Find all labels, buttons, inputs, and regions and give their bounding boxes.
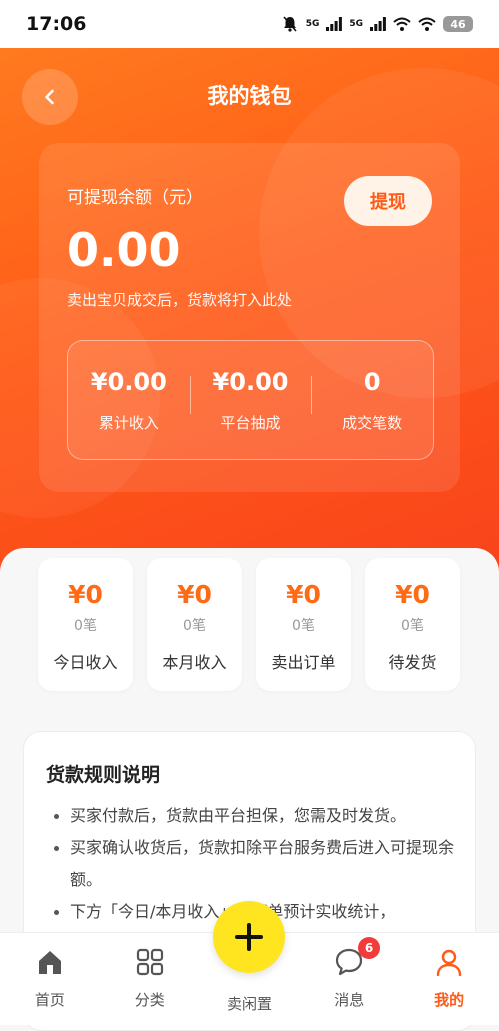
- balance-label: 可提现余额（元）: [67, 188, 203, 208]
- status-bar: 17:06 5G 5G 46: [0, 0, 499, 48]
- stat-label: 成交笔数: [342, 413, 403, 432]
- signal-icon: [326, 17, 343, 31]
- card-label: 待发货: [388, 653, 437, 672]
- user-icon: [435, 947, 463, 977]
- card-count: 0笔: [74, 618, 97, 634]
- wifi-icon: [393, 17, 411, 31]
- stat-total-income: ¥0.00 累计收入: [68, 368, 190, 433]
- tab-label: 分类: [134, 991, 165, 1009]
- card-amount: ¥0: [395, 580, 430, 609]
- tab-mine[interactable]: 我的: [399, 933, 499, 1025]
- summary-stats: ¥0.00 累计收入 ¥0.00 平台抽成 0 成交笔数: [67, 340, 434, 460]
- stat-value: ¥0.00: [212, 367, 289, 396]
- stat-value: 0: [363, 367, 381, 396]
- tab-category[interactable]: 分类: [100, 933, 200, 1025]
- card-count: 0笔: [183, 618, 206, 634]
- message-badge: 6: [358, 937, 380, 959]
- tab-label: 我的: [434, 991, 465, 1009]
- tab-label: 首页: [34, 991, 65, 1009]
- status-time: 17:06: [26, 13, 87, 35]
- balance-note: 卖出宝贝成交后，货款将打入此处: [67, 291, 293, 309]
- rule-item: 买家确认收货后，货款扣除平台服务费后进入可提现余额。: [54, 832, 455, 896]
- card-month-income[interactable]: ¥0 0笔 本月收入: [147, 558, 242, 691]
- card-today-income[interactable]: ¥0 0笔 今日收入: [38, 558, 133, 691]
- wallet-hero: 我的钱包 可提现余额（元） 提现 0.00 卖出宝贝成交后，货款将打入此处 ¥0…: [0, 48, 499, 608]
- withdraw-button[interactable]: 提现: [344, 176, 432, 226]
- network-2-label: 5G: [349, 19, 363, 29]
- page-title: 我的钱包: [207, 84, 292, 108]
- sell-fab-button[interactable]: [213, 901, 285, 973]
- card-amount: ¥0: [177, 580, 212, 609]
- tab-label: 消息: [334, 991, 365, 1009]
- card-label: 本月收入: [162, 653, 227, 672]
- card-label: 卖出订单: [271, 653, 336, 672]
- card-amount: ¥0: [68, 580, 103, 609]
- card-count: 0笔: [401, 618, 424, 634]
- status-icons: 5G 5G 46: [281, 15, 473, 33]
- home-icon: [36, 947, 64, 977]
- card-pending-shipment[interactable]: ¥0 0笔 待发货: [365, 558, 460, 691]
- tab-label: 卖闲置: [226, 995, 272, 1013]
- wifi-icon-2: [418, 17, 436, 31]
- income-cards: ¥0 0笔 今日收入 ¥0 0笔 本月收入 ¥0 0笔 卖出订单 ¥0 0笔 待…: [38, 558, 460, 691]
- balance-card: 可提现余额（元） 提现 0.00 卖出宝贝成交后，货款将打入此处 ¥0.00 累…: [39, 143, 460, 492]
- card-amount: ¥0: [286, 580, 321, 609]
- stat-label: 累计收入: [98, 413, 159, 432]
- card-count: 0笔: [292, 618, 315, 634]
- signal-icon-2: [370, 17, 386, 31]
- battery-indicator: 46: [443, 16, 473, 32]
- tab-messages[interactable]: 消息: [299, 933, 399, 1025]
- stat-platform-fee: ¥0.00 平台抽成: [189, 367, 312, 433]
- balance-amount: 0.00: [67, 223, 181, 277]
- card-sold-orders[interactable]: ¥0 0笔 卖出订单: [256, 558, 351, 691]
- rule-item: 买家付款后，货款由平台担保，您需及时发货。: [54, 800, 455, 832]
- card-label: 今日收入: [53, 653, 118, 672]
- stat-deal-count: 0 成交笔数: [311, 368, 433, 433]
- rules-title: 货款规则说明: [46, 764, 161, 786]
- network-1-label: 5G: [305, 19, 320, 29]
- plus-icon: [235, 923, 263, 951]
- grid-icon: [136, 947, 164, 977]
- bell-muted-icon: [283, 16, 297, 32]
- stat-value: ¥0.00: [90, 367, 167, 396]
- stat-label: 平台抽成: [220, 413, 281, 432]
- tab-home[interactable]: 首页: [0, 933, 100, 1025]
